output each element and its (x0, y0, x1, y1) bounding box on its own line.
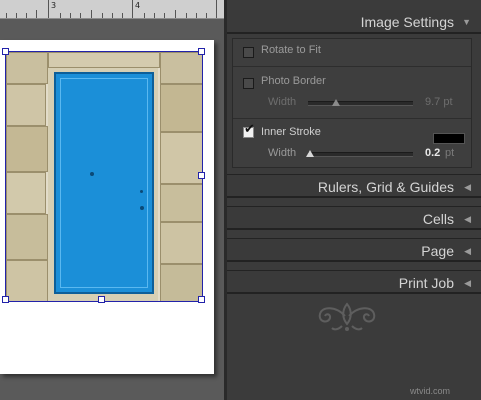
section-header-cells[interactable]: Cells ◀ (227, 206, 481, 230)
triangle-left-icon: ◀ (464, 214, 471, 224)
inner-stroke-width-value: 0.2 (425, 147, 441, 159)
horizontal-ruler: 3 4 (0, 0, 224, 19)
triangle-left-icon: ◀ (464, 278, 471, 288)
resize-handle-top-left[interactable] (2, 48, 9, 55)
inner-stroke-color-swatch[interactable] (433, 133, 465, 144)
panel-end-ornament-icon (318, 302, 376, 331)
photo-border-checkbox[interactable] (243, 78, 254, 89)
ruler-mark-3: 3 (51, 1, 57, 10)
inner-stroke-width-unit: pt (445, 147, 455, 159)
photo-border-slider-thumb[interactable] (332, 99, 341, 106)
section-title-print-job: Print Job (398, 275, 454, 291)
inner-stroke-width-slider[interactable] (308, 152, 413, 157)
inner-stroke-slider-thumb[interactable] (306, 150, 315, 157)
section-title-rulers-grid-guides: Rulers, Grid & Guides (317, 179, 454, 195)
inner-stroke-label: Inner Stroke (261, 126, 321, 138)
section-header-print-job[interactable]: Print Job ◀ (227, 270, 481, 294)
triangle-left-icon: ◀ (464, 182, 471, 192)
photo-border-width-value: 9.7 pt (425, 96, 453, 108)
image-settings-body: Rotate to Fit Photo Border Width 9.7 pt … (232, 38, 472, 168)
section-header-page[interactable]: Page ◀ (227, 238, 481, 262)
section-title-image-settings: Image Settings (360, 14, 454, 30)
watermark-text: wtvid.com (410, 386, 451, 396)
rotate-to-fit-checkbox[interactable] (243, 47, 254, 58)
resize-handle-bottom[interactable] (98, 296, 105, 303)
ruler-mark-4: 4 (135, 1, 141, 10)
section-title-cells: Cells (422, 211, 454, 227)
photo-cell[interactable] (5, 51, 203, 302)
blue-door (54, 72, 154, 294)
resize-handle-top-right[interactable] (198, 48, 205, 55)
resize-handle-bottom-right[interactable] (198, 296, 205, 303)
right-settings-panel: Image Settings ▼ Rotate to Fit Photo Bor… (224, 0, 481, 400)
inner-stroke-checkbox[interactable]: ✔ (243, 122, 255, 138)
section-header-image-settings[interactable]: Image Settings ▼ (227, 10, 481, 34)
resize-handle-right[interactable] (198, 172, 205, 179)
section-title-page: Page (421, 243, 454, 259)
triangle-down-icon: ▼ (462, 17, 471, 27)
print-preview-canvas: 3 4 (0, 0, 224, 400)
section-header-rulers-grid-guides[interactable]: Rulers, Grid & Guides ◀ (227, 174, 481, 198)
rotate-to-fit-label: Rotate to Fit (261, 44, 321, 56)
resize-handle-bottom-left[interactable] (2, 296, 9, 303)
photo-border-label: Photo Border (261, 75, 326, 87)
inner-stroke-width-label: Width (268, 147, 297, 159)
checkmark-icon: ✔ (244, 122, 255, 137)
triangle-left-icon: ◀ (464, 246, 471, 256)
photo-border-width-slider[interactable] (308, 101, 413, 106)
photo-border-width-label: Width (268, 96, 297, 108)
